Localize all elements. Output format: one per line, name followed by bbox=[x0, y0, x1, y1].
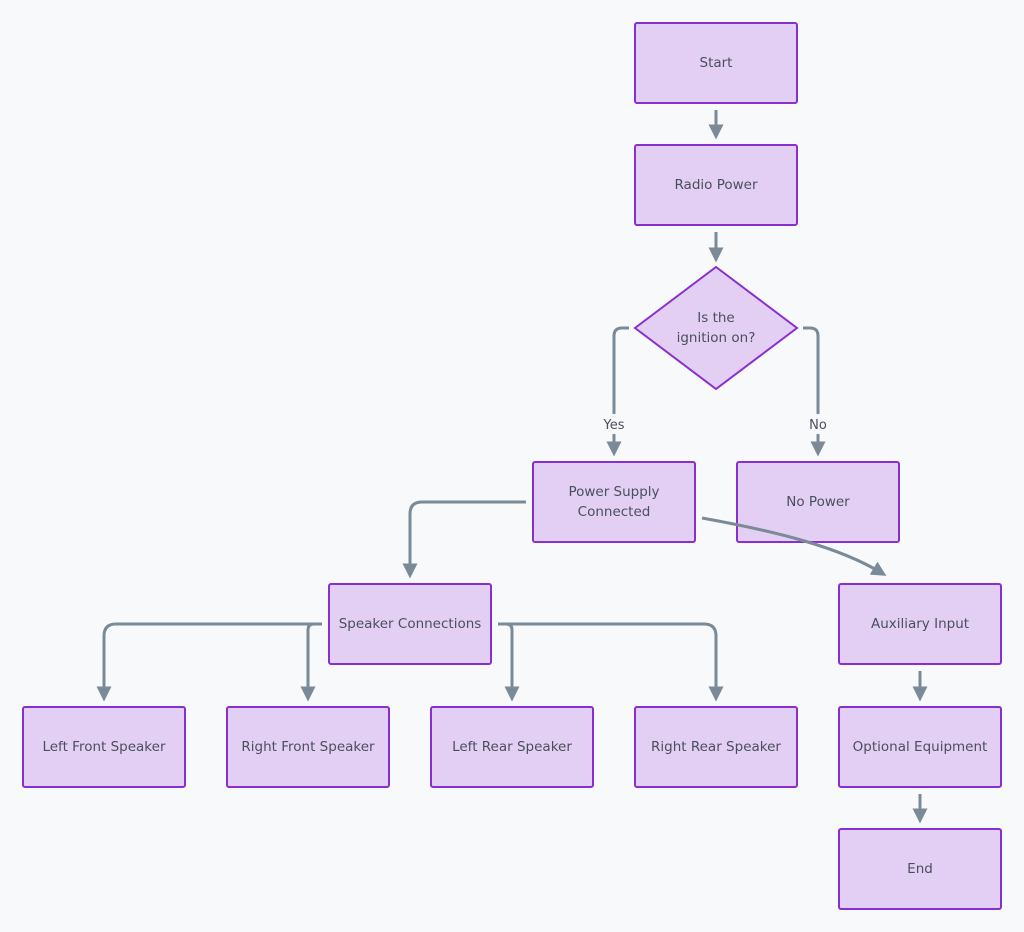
node-right-rear-label: Right Rear Speaker bbox=[651, 739, 781, 755]
edge-label-yes: Yes bbox=[602, 418, 626, 434]
node-radio-power-label: Radio Power bbox=[674, 177, 758, 193]
edge-speaker-to-left-front bbox=[96, 622, 322, 702]
node-left-front-label: Left Front Speaker bbox=[42, 739, 166, 755]
node-optional-equipment-label: Optional Equipment bbox=[852, 739, 988, 755]
node-speaker-connections[interactable]: Speaker Connections bbox=[328, 583, 492, 665]
node-auxiliary-input[interactable]: Auxiliary Input bbox=[838, 583, 1002, 665]
node-radio-power[interactable]: Radio Power bbox=[634, 144, 798, 226]
decision-label: Is the ignition on? bbox=[676, 310, 756, 346]
node-left-rear-speaker[interactable]: Left Rear Speaker bbox=[430, 706, 594, 788]
node-start-label: Start bbox=[699, 55, 733, 71]
node-end[interactable]: End bbox=[838, 828, 1002, 910]
edge-label-no: No bbox=[808, 418, 828, 434]
edge-speaker-to-right-rear bbox=[498, 622, 724, 702]
node-start[interactable]: Start bbox=[634, 22, 798, 104]
edge-decision-yes bbox=[612, 326, 629, 414]
edge-power-supply-to-speaker-connections bbox=[402, 500, 526, 579]
node-speaker-connections-label: Speaker Connections bbox=[338, 616, 482, 632]
node-right-front-speaker[interactable]: Right Front Speaker bbox=[226, 706, 390, 788]
node-power-supply-connected[interactable]: Power Supply Connected bbox=[532, 461, 696, 543]
node-left-front-speaker[interactable]: Left Front Speaker bbox=[22, 706, 186, 788]
node-power-supply-label: Power Supply Connected bbox=[568, 484, 660, 520]
node-auxiliary-input-label: Auxiliary Input bbox=[870, 616, 970, 632]
edge-speaker-to-right-front bbox=[300, 622, 322, 702]
edge-speaker-to-left-rear bbox=[498, 622, 520, 702]
node-end-label: End bbox=[907, 861, 933, 877]
node-no-power[interactable]: No Power bbox=[736, 461, 900, 543]
node-optional-equipment[interactable]: Optional Equipment bbox=[838, 706, 1002, 788]
node-right-front-label: Right Front Speaker bbox=[241, 739, 375, 755]
edge-decision-no bbox=[803, 326, 820, 414]
node-right-rear-speaker[interactable]: Right Rear Speaker bbox=[634, 706, 798, 788]
node-left-rear-label: Left Rear Speaker bbox=[452, 739, 572, 755]
node-no-power-label: No Power bbox=[786, 494, 850, 510]
